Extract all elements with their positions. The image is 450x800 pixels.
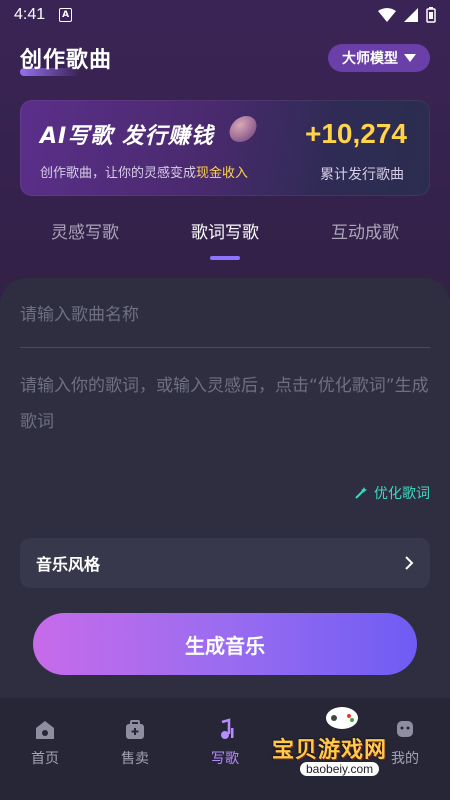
tab-inspiration[interactable]: 灵感写歌 — [10, 218, 160, 243]
battery-icon — [426, 7, 436, 23]
banner-subtitle: 创作歌曲，让你的灵感变成现金收入 — [40, 166, 249, 181]
wifi-icon — [378, 8, 396, 22]
banner-subtitle-highlight: 现金收入 — [196, 166, 249, 181]
nav-shop[interactable]: 售卖 — [90, 718, 180, 768]
nav-write[interactable]: 写歌 — [180, 718, 270, 768]
released-songs-count: +10,274 — [305, 118, 407, 149]
notification-a-icon: A — [59, 8, 73, 22]
generate-music-button[interactable]: 生成音乐 — [33, 613, 417, 675]
promo-banner[interactable]: AI写歌 发行赚钱 创作歌曲，让你的灵感变成现金收入 +10,274 累计发行歌… — [20, 100, 430, 196]
page-title: 创作歌曲 — [20, 42, 112, 76]
nav-home-label: 首页 — [31, 751, 59, 767]
music-style-label: 音乐风格 — [36, 555, 101, 574]
status-bar: 4:41 A — [0, 0, 450, 30]
watermark: 宝贝游戏网 baobeiy.com — [272, 700, 422, 780]
status-icons — [378, 7, 436, 23]
active-tab-indicator — [210, 256, 240, 260]
banner-title: AI写歌 发行赚钱 — [40, 124, 214, 149]
magic-wand-icon — [355, 487, 367, 499]
shop-icon — [126, 720, 144, 739]
lyrics-textarea[interactable]: 请输入你的歌词，或输入灵感后，点击“优化歌词”生成歌词 — [20, 368, 430, 488]
released-songs-label: 累计发行歌曲 — [320, 167, 404, 183]
music-style-row[interactable]: 音乐风格 — [20, 538, 430, 588]
watermark-text: 宝贝游戏网 — [272, 738, 388, 763]
music-note-icon — [221, 718, 234, 739]
watermark-url: baobeiy.com — [300, 762, 380, 776]
nav-shop-label: 售卖 — [121, 751, 149, 767]
tab-lyrics[interactable]: 歌词写歌 — [150, 218, 300, 243]
nav-home[interactable]: 首页 — [0, 718, 90, 768]
nav-write-label: 写歌 — [211, 751, 239, 767]
signal-icon — [404, 8, 418, 22]
caret-down-icon — [404, 54, 416, 62]
model-label: 大师模型 — [342, 51, 398, 67]
coin-icon — [226, 116, 260, 142]
model-select-button[interactable]: 大师模型 — [328, 44, 430, 72]
optimize-lyrics-label: 优化歌词 — [374, 486, 430, 502]
form-panel: 请输入歌曲名称 请输入你的歌词，或输入灵感后，点击“优化歌词”生成歌词 优化歌词… — [0, 278, 450, 698]
game-controller-logo — [326, 707, 358, 729]
home-icon — [36, 721, 54, 739]
chevron-right-icon — [405, 556, 414, 570]
song-name-input[interactable]: 请输入歌曲名称 — [20, 300, 430, 348]
tab-interactive[interactable]: 互动成歌 — [290, 218, 440, 243]
optimize-lyrics-button[interactable]: 优化歌词 — [354, 483, 430, 503]
header: 创作歌曲 大师模型 — [20, 40, 430, 76]
status-time: 4:41 — [14, 6, 46, 23]
